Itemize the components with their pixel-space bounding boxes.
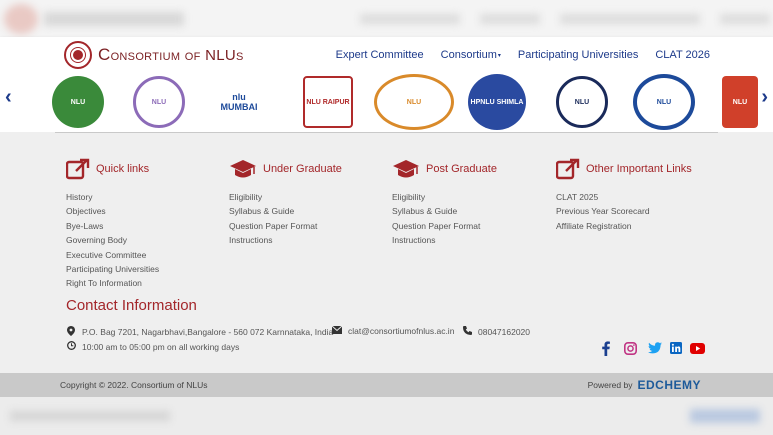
carousel-next-icon[interactable]: › — [761, 86, 768, 109]
blurred-bottom-strip — [0, 397, 773, 435]
footer-link-executive-committee[interactable]: Executive Committee — [66, 248, 159, 262]
carousel-prev-icon[interactable]: ‹ — [5, 86, 12, 109]
university-logo[interactable]: NLU — [556, 76, 608, 128]
contact-address-row: P.O. Bag 7201, Nagarbhavi,Bangalore - 56… — [66, 326, 333, 338]
footer-link-right-to-information[interactable]: Right To Information — [66, 276, 159, 290]
contact-phone[interactable]: 08047162020 — [478, 327, 530, 337]
divider — [55, 132, 718, 133]
map-pin-icon — [66, 326, 76, 338]
graduation-cap-icon — [230, 160, 256, 178]
footer-link-objectives[interactable]: Objectives — [66, 204, 159, 218]
university-logo[interactable]: NLU — [133, 76, 185, 128]
youtube-icon[interactable] — [689, 340, 705, 356]
blurred-text — [720, 14, 770, 24]
quick-links-heading: Quick links — [66, 155, 159, 183]
powered-by-label: Powered by — [587, 380, 633, 390]
university-logo[interactable]: HPNLU SHIMLA — [468, 74, 526, 130]
contact-address: P.O. Bag 7201, Nagarbhavi,Bangalore - 56… — [82, 327, 334, 337]
university-logo[interactable]: NLU — [633, 74, 695, 130]
footer-link-pg-question-paper[interactable]: Question Paper Format — [392, 219, 497, 233]
twitter-icon[interactable] — [647, 340, 662, 356]
other-links-heading: Other Important Links — [556, 155, 692, 183]
graduation-cap-icon — [393, 160, 419, 178]
footer-link-affiliate-registration[interactable]: Affiliate Registration — [556, 219, 692, 233]
footer-link-pg-eligibility[interactable]: Eligibility — [392, 190, 497, 204]
footer-link-ug-syllabus[interactable]: Syllabus & Guide — [229, 204, 342, 218]
site-name: Consortium of NLUs — [98, 45, 244, 64]
contact-hours: 10:00 am to 05:00 pm on all working days — [82, 341, 240, 352]
footer-link-previous-scorecard[interactable]: Previous Year Scorecard — [556, 204, 692, 218]
facebook-icon[interactable] — [600, 340, 612, 356]
blurred-text — [560, 14, 700, 24]
footer-link-ug-question-paper[interactable]: Question Paper Format — [229, 219, 342, 233]
under-graduate-heading: Under Graduate — [229, 155, 342, 183]
linkedin-icon[interactable] — [669, 340, 682, 356]
chevron-down-icon: ▾ — [497, 52, 501, 59]
footer-link-participating-universities[interactable]: Participating Universities — [66, 262, 159, 276]
under-graduate-column: Under Graduate Eligibility Syllabus & Gu… — [229, 155, 342, 248]
footer-link-bye-laws[interactable]: Bye-Laws — [66, 219, 159, 233]
instagram-icon[interactable] — [623, 340, 637, 356]
university-logo[interactable]: NLU — [52, 76, 104, 128]
footer-link-pg-instructions[interactable]: Instructions — [392, 233, 497, 247]
post-graduate-heading: Post Graduate — [392, 155, 497, 183]
footer-link-governing-body[interactable]: Governing Body — [66, 233, 159, 247]
contact-phone-row: 08047162020 — [462, 326, 530, 337]
blurred-text — [480, 14, 540, 24]
other-links-column: Other Important Links CLAT 2025 Previous… — [556, 155, 692, 233]
university-logo-carousel: ‹ NLU NLU nlu MUMBAI NLU RAIPUR NLU HPNL… — [0, 74, 773, 132]
contact-email[interactable]: clat@consortiumofnlus.ac.in — [348, 326, 454, 336]
nav-item-expert-committee[interactable]: Expert Committee — [336, 49, 424, 61]
university-logo[interactable]: nlu MUMBAI — [219, 76, 259, 128]
blurred-text — [10, 411, 170, 421]
blurred-text — [44, 12, 184, 26]
emblem-icon — [64, 41, 92, 69]
copyright-text: Copyright © 2022. Consortium of NLUs — [60, 380, 208, 390]
blurred-logo — [4, 4, 38, 34]
contact-email-row: clat@consortiumofnlus.ac.in — [331, 325, 454, 336]
university-logo[interactable]: NLU RAIPUR — [303, 76, 353, 128]
main-nav: Expert Committee Consortium▾ Participati… — [336, 49, 710, 61]
contact-hours-row: 10:00 am to 05:00 pm on all working days — [66, 341, 239, 352]
footer-link-history[interactable]: History — [66, 190, 159, 204]
powered-by: Powered by EDCHEMY — [588, 378, 701, 392]
footer-link-ug-instructions[interactable]: Instructions — [229, 233, 342, 247]
footer-bottom-bar: Copyright © 2022. Consortium of NLUs Pow… — [0, 373, 773, 397]
university-logo[interactable]: NLU — [374, 74, 454, 130]
external-link-icon — [66, 158, 90, 180]
site-logo[interactable]: Consortium of NLUs — [64, 41, 244, 69]
blurred-text — [360, 14, 460, 24]
contact-title: Contact Information — [66, 297, 197, 314]
envelope-icon — [331, 325, 343, 336]
footer-link-pg-syllabus[interactable]: Syllabus & Guide — [392, 204, 497, 218]
footer-link-clat-2025[interactable]: CLAT 2025 — [556, 190, 692, 204]
edchemy-logo[interactable]: EDCHEMY — [637, 378, 701, 392]
nav-item-consortium[interactable]: Consortium▾ — [441, 49, 501, 61]
phone-icon — [462, 326, 472, 337]
blurred-top-strip — [0, 0, 773, 37]
blurred-button — [690, 409, 760, 423]
quick-links-column: Quick links History Objectives Bye-Laws … — [66, 155, 159, 291]
post-graduate-column: Post Graduate Eligibility Syllabus & Gui… — [392, 155, 497, 248]
site-header: Consortium of NLUs Expert Committee Cons… — [0, 37, 773, 74]
external-link-icon — [556, 158, 580, 180]
nav-item-clat-2026[interactable]: CLAT 2026 — [655, 49, 710, 61]
clock-icon — [66, 341, 76, 352]
university-logo[interactable]: NLU — [722, 76, 758, 128]
nav-item-participating-universities[interactable]: Participating Universities — [518, 49, 638, 61]
footer-link-ug-eligibility[interactable]: Eligibility — [229, 190, 342, 204]
